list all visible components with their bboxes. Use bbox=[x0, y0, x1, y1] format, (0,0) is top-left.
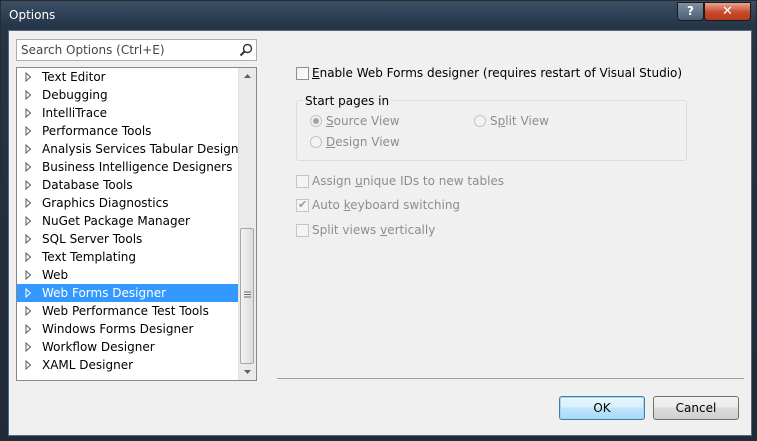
search-box[interactable] bbox=[16, 39, 257, 61]
tree-list: Text Editor Debugging IntelliTrace Performa… bbox=[17, 68, 256, 374]
source-view-radio[interactable] bbox=[310, 115, 322, 127]
tree-item-label: Workflow Designer bbox=[42, 340, 155, 354]
split-vertical-label[interactable]: Split views vertically bbox=[312, 223, 435, 237]
options-dialog: Options ? ✕ Text Editor Debugging IntelliT… bbox=[0, 0, 757, 441]
button-separator bbox=[277, 378, 744, 379]
split-view-label[interactable]: Split View bbox=[490, 114, 549, 128]
tree-item-label: Web bbox=[42, 268, 69, 282]
tree-scrollbar[interactable] bbox=[238, 68, 256, 380]
tree-item[interactable]: Text Templating bbox=[17, 248, 239, 266]
tree-item[interactable]: NuGet Package Manager bbox=[17, 212, 239, 230]
split-view-radio[interactable] bbox=[474, 115, 486, 127]
start-pages-group bbox=[296, 100, 687, 161]
design-view-radio[interactable] bbox=[310, 136, 322, 148]
tree-item-label: Windows Forms Designer bbox=[42, 322, 194, 336]
tree-item-label: Business Intelligence Designers bbox=[42, 160, 233, 174]
tree-item-label: Debugging bbox=[42, 88, 108, 102]
tree-item-label: Web Forms Designer bbox=[42, 286, 167, 300]
expand-arrow-icon[interactable] bbox=[23, 338, 35, 356]
help-button[interactable]: ? bbox=[677, 2, 704, 21]
options-tree[interactable]: Text Editor Debugging IntelliTrace Performa… bbox=[16, 67, 257, 381]
scroll-up-arrow-icon[interactable] bbox=[239, 68, 256, 85]
auto-keyboard-label[interactable]: Auto keyboard switching bbox=[312, 198, 460, 212]
tree-item[interactable]: Web Performance Test Tools bbox=[17, 302, 239, 320]
expand-arrow-icon[interactable] bbox=[23, 86, 35, 104]
auto-keyboard-checkbox[interactable]: ✔ bbox=[296, 198, 309, 212]
magnifier-icon[interactable] bbox=[239, 43, 253, 57]
enable-designer-label[interactable]: Enable Web Forms designer (requires rest… bbox=[312, 66, 682, 80]
expand-arrow-icon[interactable] bbox=[23, 284, 35, 302]
scroll-down-arrow-icon[interactable] bbox=[239, 363, 256, 380]
assign-ids-label[interactable]: Assign unique IDs to new tables bbox=[312, 174, 504, 188]
expand-arrow-icon[interactable] bbox=[23, 302, 35, 320]
tree-item-label: Performance Tools bbox=[42, 124, 152, 138]
tree-item[interactable]: IntelliTrace bbox=[17, 104, 239, 122]
ok-button[interactable]: OK bbox=[559, 396, 645, 420]
tree-item[interactable]: Graphics Diagnostics bbox=[17, 194, 239, 212]
expand-arrow-icon[interactable] bbox=[23, 122, 35, 140]
tree-item-label: SQL Server Tools bbox=[42, 232, 143, 246]
grip-icon bbox=[244, 291, 251, 298]
expand-arrow-icon[interactable] bbox=[23, 230, 35, 248]
tree-item[interactable]: Workflow Designer bbox=[17, 338, 239, 356]
cancel-button[interactable]: Cancel bbox=[653, 396, 739, 420]
expand-arrow-icon[interactable] bbox=[23, 176, 35, 194]
expand-arrow-icon[interactable] bbox=[23, 248, 35, 266]
radio-dot bbox=[313, 118, 319, 124]
tree-item-label: Text Templating bbox=[42, 250, 137, 264]
source-view-label[interactable]: Source View bbox=[326, 114, 400, 128]
tree-item[interactable]: Performance Tools bbox=[17, 122, 239, 140]
tree-item-label: XAML Designer bbox=[42, 358, 134, 372]
tree-item[interactable]: XAML Designer bbox=[17, 356, 239, 374]
start-pages-title: Start pages in bbox=[303, 94, 392, 108]
title-bar[interactable]: Options ? ✕ bbox=[1, 1, 756, 29]
tree-item[interactable]: Text Editor bbox=[17, 68, 239, 86]
expand-arrow-icon[interactable] bbox=[23, 158, 35, 176]
tree-item[interactable]: SQL Server Tools bbox=[17, 230, 239, 248]
tree-item-label: NuGet Package Manager bbox=[42, 214, 190, 228]
expand-arrow-icon[interactable] bbox=[23, 68, 35, 86]
enable-designer-checkbox[interactable] bbox=[296, 67, 309, 80]
expand-arrow-icon[interactable] bbox=[23, 266, 35, 284]
tree-item[interactable]: Web Forms Designer bbox=[17, 284, 239, 302]
tree-item[interactable]: Business Intelligence Designers bbox=[17, 158, 239, 176]
checkmark-icon: ✔ bbox=[298, 198, 308, 211]
tree-item[interactable]: Windows Forms Designer bbox=[17, 320, 239, 338]
search-input[interactable] bbox=[21, 42, 231, 58]
tree-item-label: Database Tools bbox=[42, 178, 133, 192]
dialog-body: Text Editor Debugging IntelliTrace Performa… bbox=[8, 30, 752, 436]
tree-item-label: Graphics Diagnostics bbox=[42, 196, 169, 210]
close-button[interactable]: ✕ bbox=[704, 2, 751, 21]
expand-arrow-icon[interactable] bbox=[23, 356, 35, 374]
expand-arrow-icon[interactable] bbox=[23, 194, 35, 212]
design-view-label[interactable]: Design View bbox=[326, 135, 400, 149]
expand-arrow-icon[interactable] bbox=[23, 140, 35, 158]
tree-item-label: Text Editor bbox=[42, 70, 106, 84]
expand-arrow-icon[interactable] bbox=[23, 320, 35, 338]
tree-item[interactable]: Analysis Services Tabular Designers bbox=[17, 140, 256, 158]
window-title: Options bbox=[9, 8, 56, 22]
expand-arrow-icon[interactable] bbox=[23, 212, 35, 230]
tree-item-label: Analysis Services Tabular Designers bbox=[42, 142, 257, 156]
tree-item[interactable]: Debugging bbox=[17, 86, 239, 104]
tree-item[interactable]: Web bbox=[17, 266, 239, 284]
assign-ids-checkbox[interactable] bbox=[296, 175, 309, 188]
tree-item[interactable]: Database Tools bbox=[17, 176, 239, 194]
expand-arrow-icon[interactable] bbox=[23, 104, 35, 122]
tree-item-label: Web Performance Test Tools bbox=[42, 304, 209, 318]
scroll-thumb[interactable] bbox=[240, 228, 254, 364]
tree-item-label: IntelliTrace bbox=[42, 106, 108, 120]
split-vertical-checkbox[interactable] bbox=[296, 224, 309, 237]
